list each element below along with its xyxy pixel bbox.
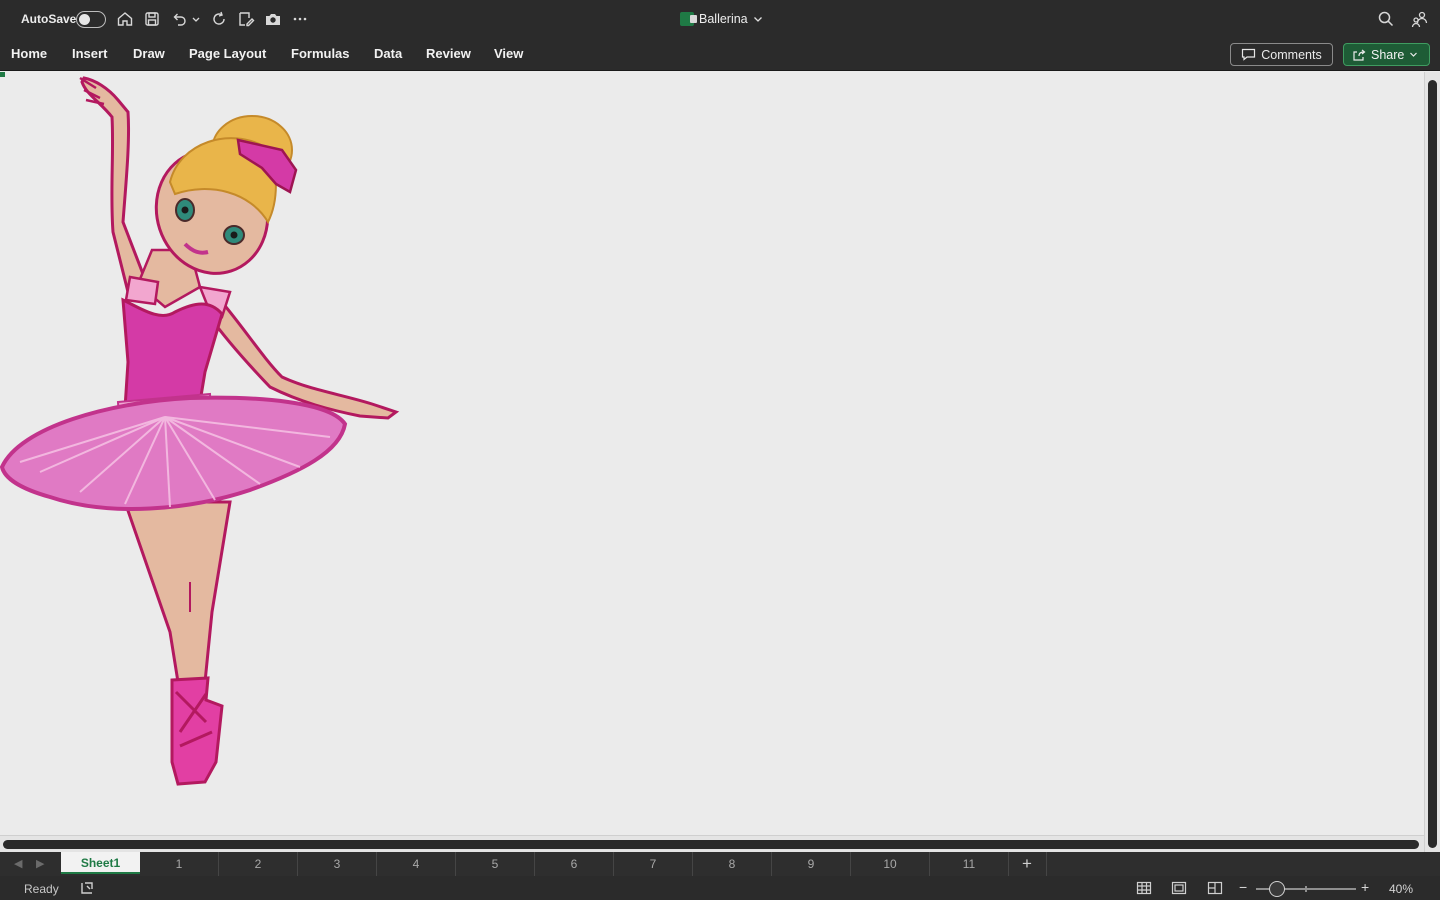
tab-page-layout[interactable]: Page Layout — [189, 46, 266, 61]
tab-home[interactable]: Home — [11, 46, 47, 61]
title-bar: AutoSave Ballerina — [0, 0, 1440, 38]
share-button[interactable]: Share — [1343, 43, 1430, 66]
chevron-down-icon[interactable] — [1409, 50, 1418, 59]
page-tab[interactable]: 2 — [219, 852, 298, 876]
excel-file-icon — [680, 12, 697, 26]
comments-label: Comments — [1261, 47, 1322, 62]
sheet-tab-sheet1[interactable]: Sheet1 — [61, 852, 140, 874]
accessibility-icon[interactable] — [79, 881, 95, 895]
normal-view-icon[interactable] — [1136, 881, 1152, 895]
sheet-canvas[interactable] — [0, 72, 1424, 835]
comments-button[interactable]: Comments — [1230, 43, 1333, 66]
ribbon-tabs: Home Insert Draw Page Layout Formulas Da… — [0, 38, 1440, 71]
zoom-in-button[interactable]: + — [1361, 879, 1369, 895]
status-bar: Ready − + 40% — [0, 876, 1440, 900]
chevron-down-icon — [753, 17, 762, 22]
tab-review[interactable]: Review — [426, 46, 471, 61]
zoom-out-button[interactable]: − — [1239, 879, 1247, 895]
share-icon — [1353, 49, 1366, 61]
page-tab[interactable]: 3 — [298, 852, 377, 876]
autosave-label: AutoSave — [21, 12, 77, 26]
tab-data[interactable]: Data — [374, 46, 402, 61]
people-icon[interactable] — [1411, 10, 1429, 28]
undo-icon[interactable] — [170, 10, 188, 28]
vertical-scroll-thumb[interactable] — [1428, 80, 1437, 848]
redo-icon[interactable] — [210, 10, 228, 28]
page-tab[interactable]: 11 — [930, 852, 1009, 876]
cell-selection-marker — [0, 72, 5, 77]
tab-insert[interactable]: Insert — [72, 46, 107, 61]
share-label: Share — [1371, 47, 1405, 62]
ballerina-picture[interactable] — [0, 72, 420, 792]
tab-formulas[interactable]: Formulas — [291, 46, 350, 61]
comment-icon — [1242, 48, 1256, 61]
page-tab[interactable]: 1 — [140, 852, 219, 876]
horizontal-scrollbar[interactable] — [0, 835, 1424, 852]
page-tab[interactable]: 9 — [772, 852, 851, 876]
autosave-toggle[interactable] — [76, 11, 106, 28]
tab-view[interactable]: View — [494, 46, 523, 61]
add-sheet-button[interactable]: + — [1008, 852, 1047, 876]
page-layout-view-icon[interactable] — [1171, 881, 1187, 895]
next-sheet-arrow-icon[interactable]: ▶ — [36, 857, 44, 870]
home-icon[interactable] — [116, 10, 134, 28]
zoom-slider-thumb[interactable] — [1269, 881, 1285, 897]
more-icon[interactable] — [291, 10, 309, 28]
page-tab[interactable]: 7 — [614, 852, 693, 876]
page-break-view-icon[interactable] — [1207, 881, 1223, 895]
zoom-level[interactable]: 40% — [1389, 882, 1413, 896]
zoom-slider-tick — [1305, 886, 1307, 892]
document-title-text: Ballerina — [699, 12, 748, 26]
prev-sheet-arrow-icon[interactable]: ◀ — [14, 857, 22, 870]
document-title[interactable]: Ballerina — [680, 12, 763, 26]
page-tab[interactable]: 10 — [851, 852, 930, 876]
sheet-tabs-bar: ◀ ▶ Sheet1 1 2 3 4 5 6 7 8 9 10 11 + — [0, 852, 1440, 876]
page-tab[interactable]: 6 — [535, 852, 614, 876]
page-tab[interactable]: 5 — [456, 852, 535, 876]
search-icon[interactable] — [1377, 10, 1395, 28]
vertical-scrollbar[interactable] — [1424, 72, 1440, 852]
tab-draw[interactable]: Draw — [133, 46, 165, 61]
undo-dropdown-icon[interactable] — [191, 10, 201, 28]
horizontal-scroll-thumb[interactable] — [3, 840, 1419, 849]
page-tab[interactable]: 4 — [377, 852, 456, 876]
edit-icon[interactable] — [237, 10, 255, 28]
save-icon[interactable] — [143, 10, 161, 28]
status-ready: Ready — [24, 882, 59, 896]
camera-icon[interactable] — [264, 10, 282, 28]
toggle-knob — [79, 13, 90, 25]
page-tab[interactable]: 8 — [693, 852, 772, 876]
